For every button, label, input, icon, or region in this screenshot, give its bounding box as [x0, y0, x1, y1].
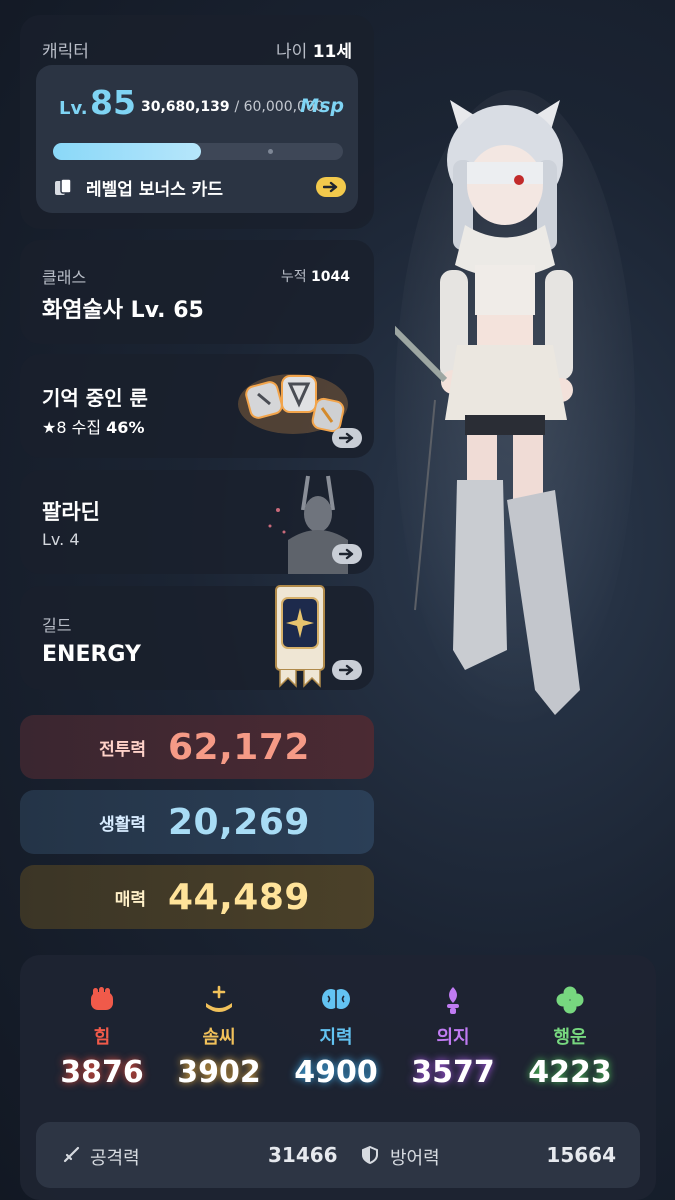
- hand-sparkle-icon: [206, 985, 232, 1012]
- exp-marker-dot: [268, 149, 273, 154]
- accumulated-display: 누적 1044: [281, 266, 350, 286]
- character-card: 캐릭터 나이 11세 Lv. 85 30,680,139 / 60,000,00…: [20, 15, 374, 229]
- rune-arrow-button[interactable]: [332, 428, 362, 448]
- exp-progress-fill: [53, 143, 202, 160]
- character-illustration: [395, 90, 635, 730]
- stat-will: 의지 3577: [394, 985, 512, 1090]
- levelup-bonus-card-label[interactable]: 레벨업 보너스 카드: [86, 175, 223, 200]
- rune-collection: ★8 수집 46%: [42, 414, 144, 438]
- accumulated-value: 1044: [311, 269, 350, 285]
- life-power-card: 생활력 20,269: [20, 790, 374, 854]
- class-card[interactable]: 클래스 누적 1044 화염술사 Lv. 65: [20, 240, 374, 344]
- stat-name: 힘: [93, 1027, 111, 1048]
- exp-current: 30,680,139: [141, 99, 230, 115]
- guild-label: 길드: [42, 616, 72, 635]
- stat-name: 지력: [319, 1027, 353, 1048]
- rune-collect-label: 수집: [71, 418, 102, 437]
- paladin-title: 팔라딘: [42, 500, 100, 524]
- guild-name: ENERGY: [42, 642, 141, 667]
- stat-name: 솜씨: [202, 1027, 236, 1048]
- stat-strength: 힘 3876: [43, 985, 161, 1090]
- life-power-value: 20,269: [168, 801, 310, 843]
- stats-panel: 힘 3876 솜씨 3902 지력 4900 의지 3577 행운 4223 공…: [20, 955, 656, 1200]
- charm-power-value: 44,489: [168, 876, 310, 918]
- rune-collect-percent: 46%: [106, 418, 145, 437]
- level-box: Lv. 85 30,680,139 / 60,000,000 Msp 레벨업 보…: [36, 65, 358, 213]
- shield-icon: [362, 1146, 378, 1164]
- rune-stars: ★8: [42, 418, 67, 437]
- age-value: 11세: [312, 42, 352, 62]
- character-label: 캐릭터: [42, 42, 89, 62]
- guild-banner: [275, 585, 325, 688]
- life-power-label: 생활력: [99, 814, 146, 835]
- arrow-right-icon: [339, 548, 354, 560]
- combat-power-card: 전투력 62,172: [20, 715, 374, 779]
- arrow-right-icon: [339, 432, 354, 444]
- stat-value: 3876: [60, 1055, 144, 1090]
- level-value: 85: [90, 83, 136, 122]
- sword-icon: [63, 1146, 80, 1163]
- combat-power-value: 62,172: [168, 726, 310, 768]
- fist-icon: [91, 987, 113, 1010]
- attack-value: 31466: [268, 1143, 338, 1167]
- stat-luck: 행운 4223: [511, 985, 629, 1090]
- charm-power-card: 매력 44,489: [20, 865, 374, 929]
- arrow-right-icon: [323, 181, 338, 193]
- stat-intelligence: 지력 4900: [277, 985, 395, 1090]
- exp-text: 30,680,139 / 60,000,000: [141, 99, 324, 115]
- clover-icon: [556, 986, 584, 1014]
- combat-power-label: 전투력: [99, 739, 146, 760]
- exp-progress-bar: [53, 143, 343, 160]
- age-prefix: 나이: [276, 42, 308, 62]
- msp-label: Msp: [300, 95, 344, 117]
- attack-defense-row: 공격력 31466 방어력 15664: [36, 1122, 640, 1188]
- guild-arrow-button[interactable]: [332, 660, 362, 680]
- accumulated-label: 누적: [280, 269, 307, 285]
- rune-card[interactable]: 기억 중인 룬 ★8 수집 46%: [20, 354, 374, 458]
- arrow-right-icon: [339, 664, 354, 676]
- torch-icon: [447, 987, 459, 1014]
- stat-value: 3902: [177, 1055, 261, 1090]
- stat-value: 4900: [294, 1055, 378, 1090]
- paladin-level: Lv. 4: [42, 530, 80, 549]
- bonus-card-arrow-button[interactable]: [316, 177, 346, 197]
- charm-power-label: 매력: [114, 889, 146, 910]
- age-display: 나이 11세: [276, 37, 352, 62]
- stat-name: 의지: [436, 1027, 470, 1048]
- stat-dexterity: 솜씨 3902: [160, 985, 278, 1090]
- card-stack-icon: [53, 177, 75, 203]
- defense-label: 방어력: [390, 1148, 440, 1169]
- brain-icon: [322, 989, 350, 1009]
- stat-name: 행운: [553, 1027, 587, 1048]
- attack-label: 공격력: [90, 1148, 140, 1169]
- defense-value: 15664: [546, 1143, 616, 1167]
- class-label: 클래스: [42, 268, 87, 287]
- rune-title: 기억 중인 룬: [42, 386, 148, 410]
- guild-card[interactable]: 길드 ENERGY: [20, 585, 374, 690]
- paladin-arrow-button[interactable]: [332, 544, 362, 564]
- paladin-card[interactable]: 팔라딘 Lv. 4: [20, 470, 374, 574]
- stat-value: 3577: [411, 1055, 495, 1090]
- class-value: 화염술사 Lv. 65: [42, 298, 204, 323]
- level-prefix: Lv.: [59, 98, 88, 119]
- stat-value: 4223: [528, 1055, 612, 1090]
